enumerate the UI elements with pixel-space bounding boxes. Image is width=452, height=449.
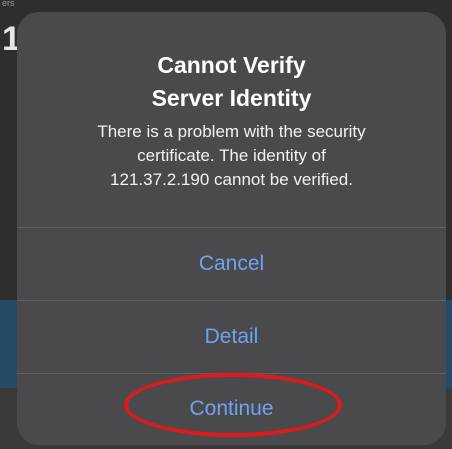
cancel-button-label: Cancel	[198, 252, 265, 275]
alert-message-line-2: certificate. The identity of	[137, 146, 326, 165]
alert-title: Cannot Verify Server Identity	[17, 49, 446, 115]
alert-message-line-3: 121.37.2.190 cannot be verified.	[110, 170, 353, 189]
certificate-alert-dialog: Cannot Verify Server Identity There is a…	[17, 12, 446, 445]
alert-message: There is a problem with the security cer…	[57, 120, 406, 192]
background-tiny-text: ers	[2, 0, 15, 8]
alert-title-line-2: Server Identity	[151, 85, 312, 111]
detail-button[interactable]: Detail	[17, 300, 446, 373]
continue-button-label: Continue	[189, 397, 274, 420]
screen: ers 1 Cannot Verify Server Identity Ther…	[0, 0, 452, 449]
detail-button-label: Detail	[204, 325, 259, 348]
continue-button[interactable]: Continue	[17, 373, 446, 444]
cancel-button[interactable]: Cancel	[17, 227, 446, 300]
alert-title-line-1: Cannot Verify	[157, 52, 306, 78]
alert-body: Cannot Verify Server Identity There is a…	[17, 12, 446, 227]
alert-message-line-1: There is a problem with the security	[97, 122, 366, 141]
